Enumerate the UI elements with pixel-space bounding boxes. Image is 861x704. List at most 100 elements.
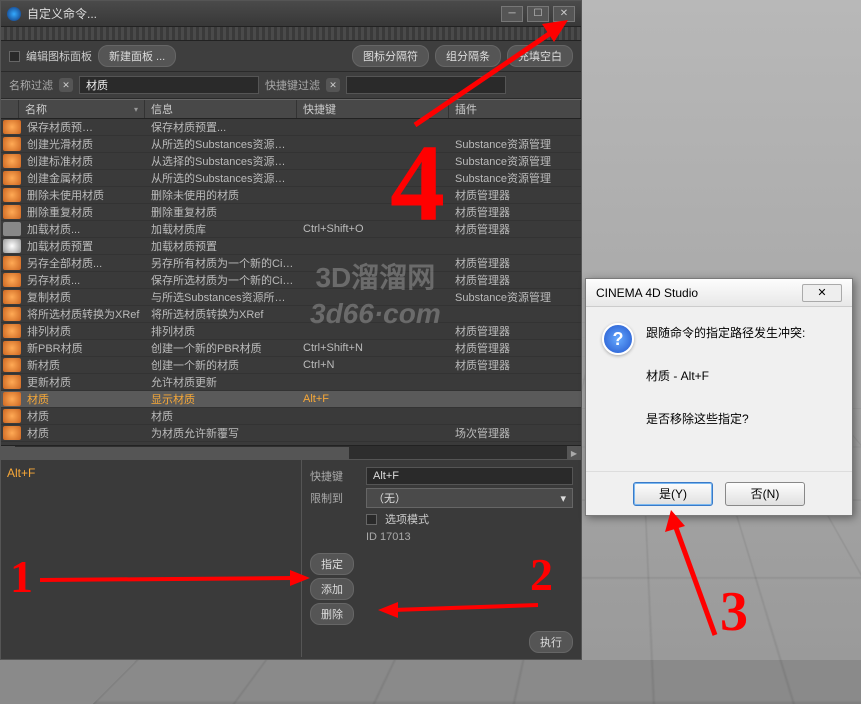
material-icon (3, 426, 21, 440)
cell-info: 从所选的Substances资源创建… (147, 136, 299, 152)
cell-name: 材质 (23, 425, 147, 441)
cell-name: 保存材质预… (23, 119, 147, 135)
table-row[interactable]: 删除未使用材质删除未使用的材质材质管理器 (1, 187, 581, 204)
material-icon (3, 392, 21, 406)
material-icon (3, 324, 21, 338)
cell-plugin: 材质管理器 (451, 204, 581, 220)
shortcut-label: 快捷键 (310, 468, 358, 484)
cell-name: 复制材质 (23, 289, 147, 305)
name-filter-clear[interactable]: ✕ (59, 78, 73, 92)
material-icon (3, 341, 21, 355)
cell-info: 加载材质预置 (147, 238, 299, 254)
options-mode-checkbox[interactable] (366, 514, 377, 525)
table-row[interactable]: 删除重复材质删除重复材质材质管理器 (1, 204, 581, 221)
cell-info: 显示材质 (147, 391, 299, 407)
table-row[interactable]: 将所选材质转换为XRef将所选材质转换为XRef (1, 306, 581, 323)
material-icon (3, 222, 21, 236)
cell-name: 更新材质 (23, 374, 147, 390)
cell-name: 加载材质预置 (23, 238, 147, 254)
no-button[interactable]: 否(N) (725, 482, 805, 506)
material-icon (3, 188, 21, 202)
cell-info: 另存所有材质为一个新的Cinem (147, 255, 299, 271)
table-row[interactable]: 加载材质预置加载材质预置 (1, 238, 581, 255)
fill-blank-button[interactable]: 充填空白 (507, 45, 573, 67)
material-icon (3, 358, 21, 372)
delete-button[interactable]: 删除 (310, 603, 354, 625)
table-row[interactable]: 创建标准材质从选择的Substances资源创建…Substance资源管理 (1, 153, 581, 170)
name-filter-input[interactable] (79, 76, 259, 94)
col-plugin[interactable]: 插件 (449, 100, 581, 118)
cell-info: 创建一个新的PBR材质 (147, 340, 299, 356)
table-row[interactable]: 另存全部材质...另存所有材质为一个新的Cinem材质管理器 (1, 255, 581, 272)
minimize-button[interactable]: ─ (501, 6, 523, 22)
yes-button[interactable]: 是(Y) (633, 482, 713, 506)
bottom-section: Alt+F 快捷键 限制到 （无）▾ 选项模式 ID 17013 指定 添加 删… (1, 459, 581, 657)
edit-icon-panel-checkbox[interactable] (9, 51, 20, 62)
table-row[interactable]: 材质材质 (1, 408, 581, 425)
titlebar[interactable]: 自定义命令... ─ ☐ ✕ (1, 1, 581, 27)
cell-name: 新材质 (23, 357, 147, 373)
shortcut-filter-input[interactable] (346, 76, 506, 94)
cell-name: 加载材质... (23, 221, 147, 237)
dialog-close-button[interactable]: ✕ (802, 284, 842, 302)
cell-plugin: 材质管理器 (451, 357, 581, 373)
cell-info: 材质 (147, 408, 299, 424)
material-icon (3, 307, 21, 321)
table-row[interactable]: 保存材质预…保存材质预置... (1, 119, 581, 136)
material-icon (3, 290, 21, 304)
table-row[interactable]: 创建光滑材质从所选的Substances资源创建…Substance资源管理 (1, 136, 581, 153)
icon-separator-button[interactable]: 图标分隔符 (352, 45, 429, 67)
cell-shortcut: Alt+F (299, 393, 451, 405)
cell-info: 与所选Substances资源所参考 (147, 289, 299, 305)
material-icon (3, 273, 21, 287)
shortcut-input[interactable] (366, 467, 573, 485)
cell-info: 将所选材质转换为XRef (147, 306, 299, 322)
col-name[interactable]: 名称▾ (19, 100, 145, 118)
cell-plugin: 材质管理器 (451, 255, 581, 271)
cell-plugin: Substance资源管理 (451, 289, 581, 305)
cell-plugin: Substance资源管理 (451, 153, 581, 169)
table-row[interactable]: 材质为材质允许新覆写场次管理器 (1, 425, 581, 442)
table-row[interactable]: 创建金属材质从所选的Substances资源创建…Substance资源管理 (1, 170, 581, 187)
table-row[interactable]: 加载材质...加载材质库Ctrl+Shift+O材质管理器 (1, 221, 581, 238)
cell-info: 加载材质库 (147, 221, 299, 237)
cell-name: 另存材质... (23, 272, 147, 288)
col-info[interactable]: 信息 (145, 100, 297, 118)
table-row[interactable]: 另存材质...保存所选材质为一个新的Cinem材质管理器 (1, 272, 581, 289)
table-header: 名称▾ 信息 快捷键 插件 (1, 99, 581, 119)
scroll-thumb[interactable] (1, 447, 349, 459)
table-row[interactable]: 材质显示材质Alt+F (1, 391, 581, 408)
table-row[interactable]: 复制材质与所选Substances资源所参考 Substance资源管理 (1, 289, 581, 306)
grip-bar[interactable] (1, 27, 581, 41)
material-icon (3, 375, 21, 389)
group-end-button[interactable]: 组分隔条 (435, 45, 501, 67)
window-title: 自定义命令... (27, 5, 497, 22)
sort-indicator-icon: ▾ (134, 105, 138, 114)
shortcut-filter-clear[interactable]: ✕ (326, 78, 340, 92)
command-table[interactable]: 保存材质预…保存材质预置...创建光滑材质从所选的Substances资源创建…… (1, 119, 581, 445)
cell-info: 删除重复材质 (147, 204, 299, 220)
material-icon (3, 171, 21, 185)
add-button[interactable]: 添加 (310, 578, 354, 600)
cell-plugin: 材质管理器 (451, 187, 581, 203)
horizontal-scrollbar[interactable]: ◀ ▶ (1, 445, 581, 459)
new-panel-button[interactable]: 新建面板 ... (98, 45, 176, 67)
col-shortcut[interactable]: 快捷键 (297, 100, 449, 118)
table-row[interactable]: 排列材质排列材质材质管理器 (1, 323, 581, 340)
table-row[interactable]: 新材质创建一个新的材质Ctrl+N材质管理器 (1, 357, 581, 374)
close-button[interactable]: ✕ (553, 6, 575, 22)
restrict-dropdown[interactable]: （无）▾ (366, 488, 573, 508)
cell-plugin: 材质管理器 (451, 340, 581, 356)
assign-button[interactable]: 指定 (310, 553, 354, 575)
name-filter-label: 名称过滤 (9, 77, 53, 93)
execute-button[interactable]: 执行 (529, 631, 573, 653)
dialog-title: CINEMA 4D Studio (596, 286, 698, 300)
scroll-right-icon[interactable]: ▶ (567, 446, 581, 460)
cell-shortcut: Ctrl+Shift+O (299, 223, 451, 235)
table-row[interactable]: 更新材质允许材质更新 (1, 374, 581, 391)
cell-name: 排列材质 (23, 323, 147, 339)
maximize-button[interactable]: ☐ (527, 6, 549, 22)
table-row[interactable]: 新PBR材质创建一个新的PBR材质Ctrl+Shift+N材质管理器 (1, 340, 581, 357)
edit-icon-panel-label: 编辑图标面板 (26, 48, 92, 64)
dialog-titlebar[interactable]: CINEMA 4D Studio ✕ (586, 279, 852, 307)
